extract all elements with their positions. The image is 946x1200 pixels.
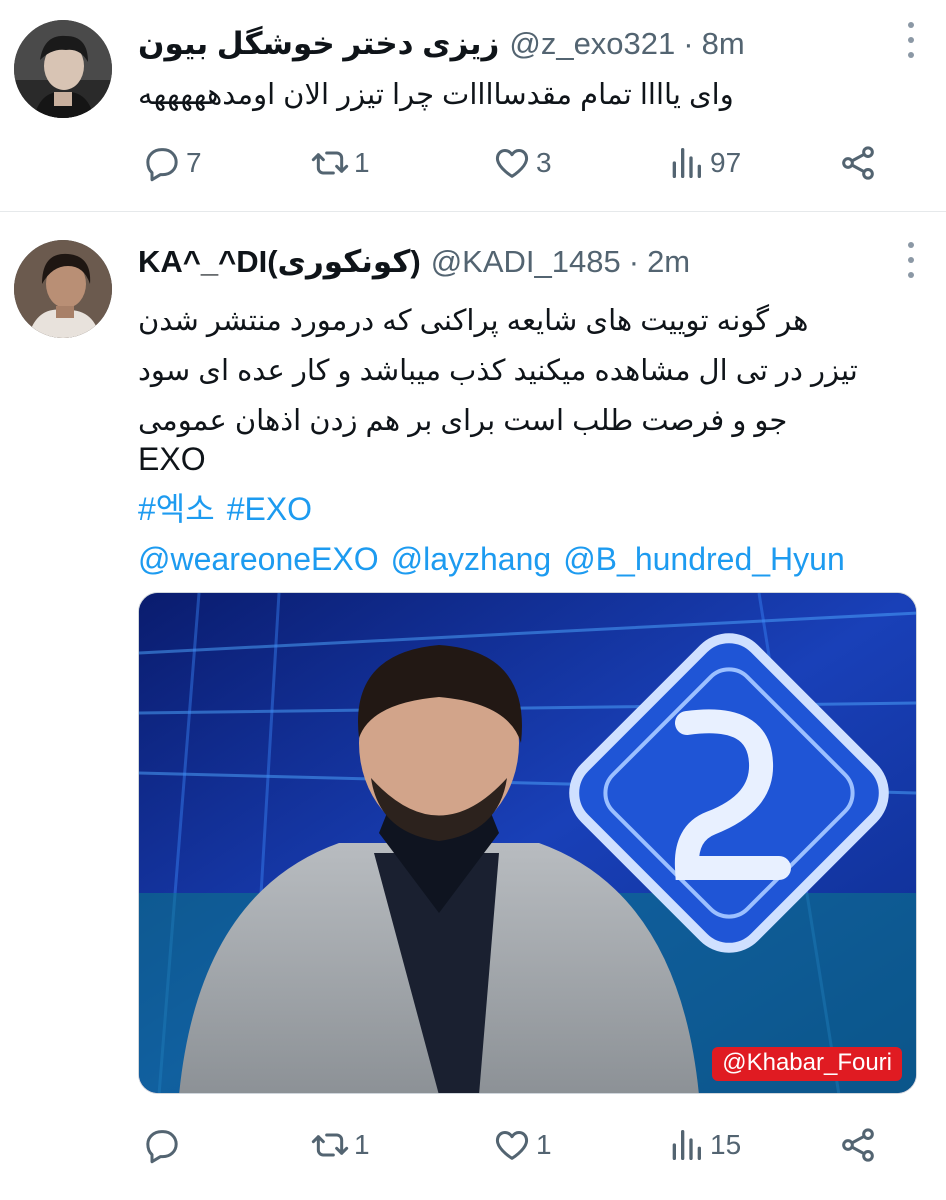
like-button[interactable]: 1	[492, 1120, 552, 1170]
user-handle[interactable]: @KADI_1485	[431, 244, 621, 280]
tweet-media-image[interactable]: @Khabar_Fouri	[138, 592, 917, 1094]
hashtag-link[interactable]: #엑소	[138, 491, 215, 527]
share-button[interactable]	[838, 138, 882, 188]
views-count: 97	[710, 147, 742, 178]
reply-count: 7	[186, 147, 202, 178]
reply-icon	[146, 148, 178, 182]
user-handle[interactable]: @z_exo321	[509, 26, 675, 62]
media-watermark: @Khabar_Fouri	[712, 1047, 902, 1081]
retweet-count: 1	[354, 1129, 370, 1160]
avatar[interactable]	[14, 240, 112, 338]
retweet-icon	[311, 151, 349, 175]
share-button[interactable]	[838, 1120, 882, 1170]
mention-link[interactable]: @layzhang	[391, 541, 552, 577]
display-name[interactable]: KA^_^DI(کونکوری)	[138, 244, 421, 280]
views-button[interactable]: 97	[666, 138, 741, 188]
views-count: 15	[710, 1129, 742, 1160]
share-icon	[842, 146, 874, 180]
separator: ·	[683, 26, 694, 61]
reply-button[interactable]	[142, 1120, 186, 1170]
mention-link[interactable]: @B_hundred_Hyun	[563, 541, 845, 577]
like-count: 3	[536, 147, 552, 178]
action-bar: 1 1 15	[138, 1120, 898, 1170]
like-icon	[495, 1131, 529, 1160]
action-bar: 7 1 3 97	[138, 138, 898, 188]
views-icon	[672, 148, 701, 178]
reply-icon	[146, 1130, 178, 1164]
retweet-count: 1	[354, 147, 370, 178]
like-button[interactable]: 3	[492, 138, 552, 188]
hashtags: #엑소 #EXO	[138, 484, 324, 534]
mention-link[interactable]: @weareoneEXO	[138, 541, 379, 577]
avatar[interactable]	[14, 20, 112, 118]
retweet-icon	[311, 1133, 349, 1157]
tweet-text-line: جو و فرصت طلب است برای بر هم زدن اذهان ع…	[138, 405, 788, 437]
tweet[interactable]: زیزی دختر خوشگل بیون @z_exo321 · 8m وای …	[0, 0, 946, 212]
tweet-text-line: هر گونه توییت های شایعه پراکنی که درمورد…	[138, 305, 809, 337]
more-icon[interactable]	[906, 22, 916, 58]
like-icon	[495, 149, 529, 178]
mentions: @weareoneEXO @layzhang @B_hundred_Hyun	[138, 534, 857, 584]
reply-button[interactable]: 7	[142, 138, 202, 188]
tweet-text: هر گونه توییت های شایعه پراکنی که درمورد…	[138, 296, 916, 446]
more-icon[interactable]	[906, 242, 916, 278]
views-button[interactable]: 15	[666, 1120, 741, 1170]
retweet-button[interactable]: 1	[310, 1120, 370, 1170]
hashtag-link[interactable]: #EXO	[227, 491, 312, 527]
display-name[interactable]: زیزی دختر خوشگل بیون	[138, 26, 499, 62]
retweet-button[interactable]: 1	[310, 138, 370, 188]
tweet[interactable]: KA^_^DI(کونکوری) @KADI_1485 · 2m هر گونه…	[0, 212, 946, 1200]
tweet-header: زیزی دختر خوشگل بیون @z_exo321 · 8m	[138, 22, 886, 66]
timestamp[interactable]: 2m	[647, 244, 690, 280]
tweet-text-exo: EXO	[138, 441, 206, 477]
timestamp[interactable]: 8m	[702, 26, 745, 62]
separator: ·	[628, 244, 640, 279]
like-count: 1	[536, 1129, 552, 1160]
views-icon	[672, 1130, 701, 1160]
tweet-header: KA^_^DI(کونکوری) @KADI_1485 · 2m	[138, 240, 886, 284]
tweet-text: وای یاااا تمام مقدساااات چرا تیزر الان ا…	[138, 79, 734, 111]
share-icon	[842, 1128, 874, 1162]
tweet-text-line: تیزر در تی ال مشاهده میکنید کذب میباشد و…	[138, 355, 858, 387]
